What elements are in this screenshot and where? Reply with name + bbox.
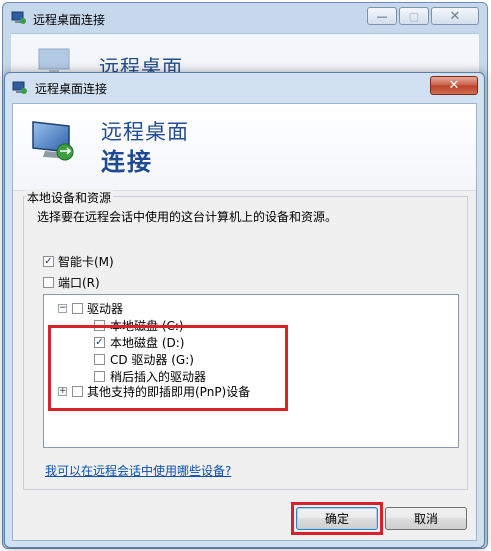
annotation-highlight-drives (48, 325, 288, 411)
background-titlebar: 远程桌面连接 — ▢ ✕ (3, 3, 487, 33)
drives-checkbox[interactable] (72, 303, 83, 314)
maximize-button[interactable]: ▢ (399, 7, 429, 25)
dialog-banner: 远程桌面 连接 (13, 104, 476, 191)
annotation-highlight-ok (291, 502, 383, 535)
devices-help-link[interactable]: 我可以在远程会话中使用哪些设备? (45, 462, 231, 479)
remote-desktop-app-icon (11, 11, 26, 24)
ports-checkbox[interactable] (43, 277, 54, 288)
background-close-button[interactable]: ✕ (431, 7, 479, 25)
remote-desktop-dialog: 远程桌面连接 ✕ 远程桌面 连接 本地设备和资源 选择要在远程会话中使用的这台计… (4, 72, 485, 548)
remote-desktop-app-icon (12, 81, 27, 94)
cancel-button[interactable]: 取消 (385, 507, 467, 530)
group-description: 选择要在远程会话中使用的这台计算机上的设备和资源。 (37, 210, 338, 224)
smartcard-checkbox[interactable]: ✓ (43, 256, 54, 267)
group-legend: 本地设备和资源 (25, 189, 114, 206)
banner-title-line2: 连接 (101, 148, 153, 176)
remote-desktop-monitor-icon (32, 121, 74, 161)
dialog-title: 远程桌面连接 (35, 82, 108, 96)
drives-label[interactable]: 驱动器 (87, 300, 123, 317)
dialog-client-area: 远程桌面 连接 本地设备和资源 选择要在远程会话中使用的这台计算机上的设备和资源… (12, 103, 477, 541)
minimize-button[interactable]: — (367, 7, 397, 25)
ports-label[interactable]: 端口(R) (58, 274, 100, 291)
close-button[interactable]: ✕ (430, 76, 478, 95)
drives-collapse-toggle[interactable]: − (58, 304, 67, 313)
background-window-title: 远程桌面连接 (33, 13, 106, 27)
smartcard-label[interactable]: 智能卡(M) (58, 253, 114, 270)
